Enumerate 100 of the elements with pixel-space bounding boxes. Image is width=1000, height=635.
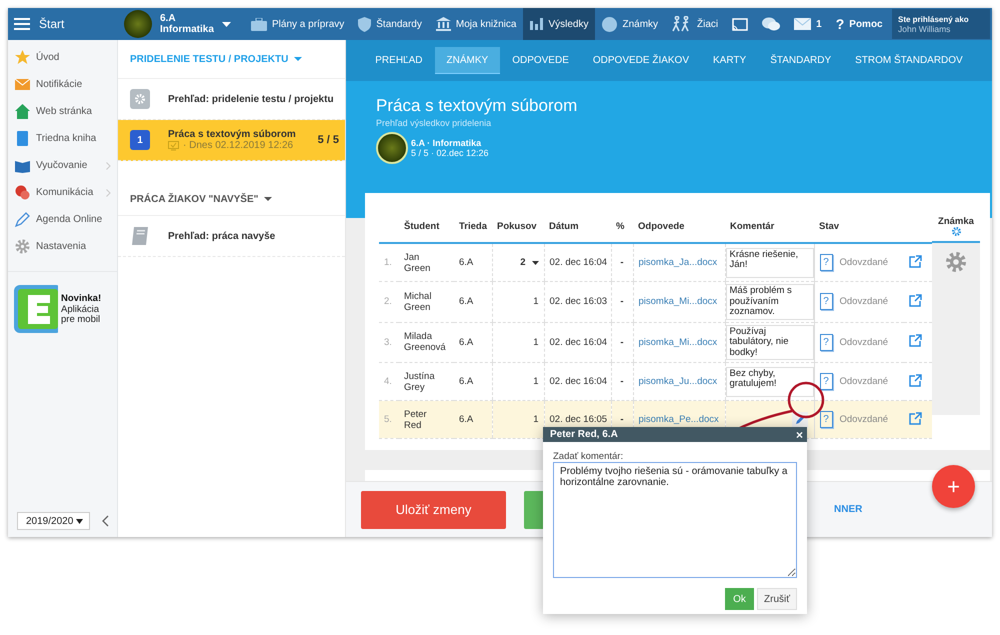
table-row[interactable]: 2. Michal Green 6.A 1 02. dec 16:03 - pisomka_Mi...docx Máš problém s používaním zoznamov. ? Odovzdané	[379, 282, 932, 322]
comment-field[interactable]: Krásne riešenie, Ján!	[726, 248, 814, 278]
sidebar-item[interactable]: Web stránka	[8, 98, 117, 125]
number-badge: 1	[130, 130, 150, 150]
menu-button[interactable]: Štart	[8, 8, 124, 40]
help-link[interactable]: ? Pomoc	[828, 8, 890, 40]
student-name: Peter Red	[404, 408, 427, 430]
sidebar-item[interactable]: Notifikácie	[8, 71, 117, 98]
save-button[interactable]: Uložiť zmeny	[361, 490, 506, 528]
comment-input[interactable]: Problémy tvojho riešenia sú - orámovanie tabuľky a horizontálne zarovnanie.	[553, 462, 797, 578]
file-link[interactable]: pisomka_Ja...docx	[638, 257, 718, 268]
table-cell: -	[611, 243, 633, 282]
status-label: Odovzdané	[840, 296, 888, 308]
table-cell: 6.A	[454, 282, 492, 322]
caret-icon	[222, 22, 231, 26]
column-header: Komentár	[730, 220, 774, 232]
comment-field[interactable]: Používaj tabulátory, nie bodky!	[726, 324, 814, 360]
caret-icon	[264, 197, 272, 201]
briefcase-icon	[251, 18, 267, 30]
nav-item[interactable]: Známky	[595, 8, 666, 40]
caret-icon	[532, 260, 538, 264]
section-header[interactable]: PRÁCA ŽIAKOV "NAVYŠE"	[118, 183, 345, 216]
table-row[interactable]: 1. Jan Green 6.A 2 02. dec 16:04 - pisomka_Ja...docx Krásne riešenie, Ján! ? Odovzdané	[379, 243, 932, 282]
assignment-title: Prehľad: práca navyše	[168, 230, 276, 242]
nav-item[interactable]: 1	[787, 8, 829, 40]
envelope-icon	[15, 77, 30, 92]
question-doc-icon[interactable]: ?	[820, 254, 832, 271]
external-link-icon[interactable]	[909, 254, 922, 268]
table-row[interactable]: 3. Milada Greenová 6.A 1 02. dec 16:04 - pisomka_Mi...docx Používaj tabulátory, nie bodky! ? Odovzdané	[379, 322, 932, 362]
user-info[interactable]: Ste prihlásený ako John Williams	[892, 9, 990, 39]
field-label: Zadať komentár:	[553, 451, 624, 462]
file-link[interactable]: pisomka_Mi...docx	[638, 296, 718, 308]
student-name: Michal Green	[404, 290, 432, 313]
assignment-item[interactable]: Prehľad: práca navyše	[118, 216, 345, 257]
question-doc-icon[interactable]: ?	[820, 293, 832, 310]
sidebar-item[interactable]: Úvod	[8, 44, 117, 71]
row-number: 3.	[379, 322, 399, 362]
class-selector[interactable]: 6.A Informatika	[124, 8, 236, 40]
footer-link[interactable]: NNER	[834, 504, 862, 515]
cancel-button[interactable]: Zrušiť	[757, 588, 797, 610]
tab[interactable]: PREHĽAD	[363, 48, 435, 74]
section-header[interactable]: PRIDELENIE TESTU / PROJEKTU	[118, 40, 345, 79]
bar-chart-icon	[530, 18, 544, 30]
settings-icon[interactable]	[945, 251, 967, 273]
comment-field[interactable]: Bez chyby, gratulujem!	[726, 366, 814, 396]
sidebar-item[interactable]: Vyučovanie	[8, 152, 117, 179]
chat-icon	[15, 185, 30, 200]
external-link-icon[interactable]	[909, 334, 922, 348]
close-button[interactable]: ×	[796, 428, 803, 442]
status-label: Odovzdané	[840, 336, 888, 348]
settings-icon[interactable]	[952, 226, 960, 236]
assignment-item[interactable]: 1 Práca s textovým súborom · Dnes 02.12.2019 12:26 5 / 5	[118, 120, 345, 161]
nav-item[interactable]: Žiaci	[665, 8, 726, 40]
app-logo-icon	[13, 284, 58, 334]
nav-item[interactable]: Moja knižnica	[428, 8, 524, 40]
row-number: 5.	[379, 400, 399, 438]
table-cell: 1	[533, 376, 538, 387]
nav-item[interactable]: Plány a prípravy	[244, 8, 352, 40]
page-subtitle: Prehľad výsledkov pridelenia	[376, 118, 492, 128]
sidebar-item[interactable]: Komunikácia	[8, 179, 117, 206]
caret-icon	[294, 57, 302, 61]
student-name: Jan Green	[404, 252, 430, 274]
question-doc-icon[interactable]: ?	[820, 373, 832, 390]
file-link[interactable]: pisomka_Mi...docx	[638, 336, 718, 348]
class-name: 6.A · Informatika	[411, 138, 482, 148]
question-doc-icon[interactable]: ?	[820, 334, 832, 351]
table-cell: 02. dec 16:04	[544, 322, 611, 362]
table-cell: 6.A	[454, 243, 492, 282]
sidebar-item[interactable]: Nastavenia	[8, 233, 117, 260]
nav-item[interactable]: Výsledky	[523, 8, 596, 40]
table-cell: 6.A	[454, 322, 492, 362]
table-cell: 6.A	[454, 400, 492, 438]
column-header: Dátum	[549, 220, 579, 232]
caret-icon	[76, 518, 83, 524]
file-link[interactable]: pisomka_Ju...docx	[638, 376, 718, 387]
tab[interactable]: STROM ŠTANDARDOV	[843, 48, 975, 74]
question-doc-icon[interactable]: ?	[820, 411, 832, 428]
external-link-icon[interactable]	[909, 412, 922, 424]
assignment-title: Práca s textovým súborom	[168, 129, 297, 140]
sidebar-item[interactable]: Triedna kniha	[8, 125, 117, 152]
sidebar-item[interactable]: Agenda Online	[8, 206, 117, 233]
status-label: Odovzdané	[840, 257, 888, 268]
ok-button[interactable]: Ok	[725, 588, 754, 610]
app-promo[interactable]: Novinka! Aplikácia pre mobil	[8, 271, 117, 334]
attempts-dropdown[interactable]: 2	[520, 257, 538, 268]
tab[interactable]: KARTY	[701, 48, 758, 74]
column-header: Trieda	[459, 220, 487, 232]
table-cell: 02. dec 16:04	[544, 243, 611, 282]
tab[interactable]: ODPOVEDE	[500, 48, 581, 74]
nav-item[interactable]: Štandardy	[351, 8, 429, 40]
row-number: 1.	[379, 243, 399, 282]
house-icon	[15, 104, 30, 119]
collapse-icon[interactable]	[102, 515, 109, 527]
external-link-icon[interactable]	[909, 294, 922, 307]
external-link-icon[interactable]	[909, 374, 922, 386]
promo-title: Novinka!	[61, 294, 102, 304]
tab[interactable]: ŠTANDARDY	[758, 48, 844, 74]
comment-field[interactable]: Máš problém s používaním zoznamov.	[726, 284, 814, 320]
year-select[interactable]: 2019/2020	[17, 512, 90, 530]
tab[interactable]: ODPOVEDE ŽIAKOV	[580, 48, 702, 74]
